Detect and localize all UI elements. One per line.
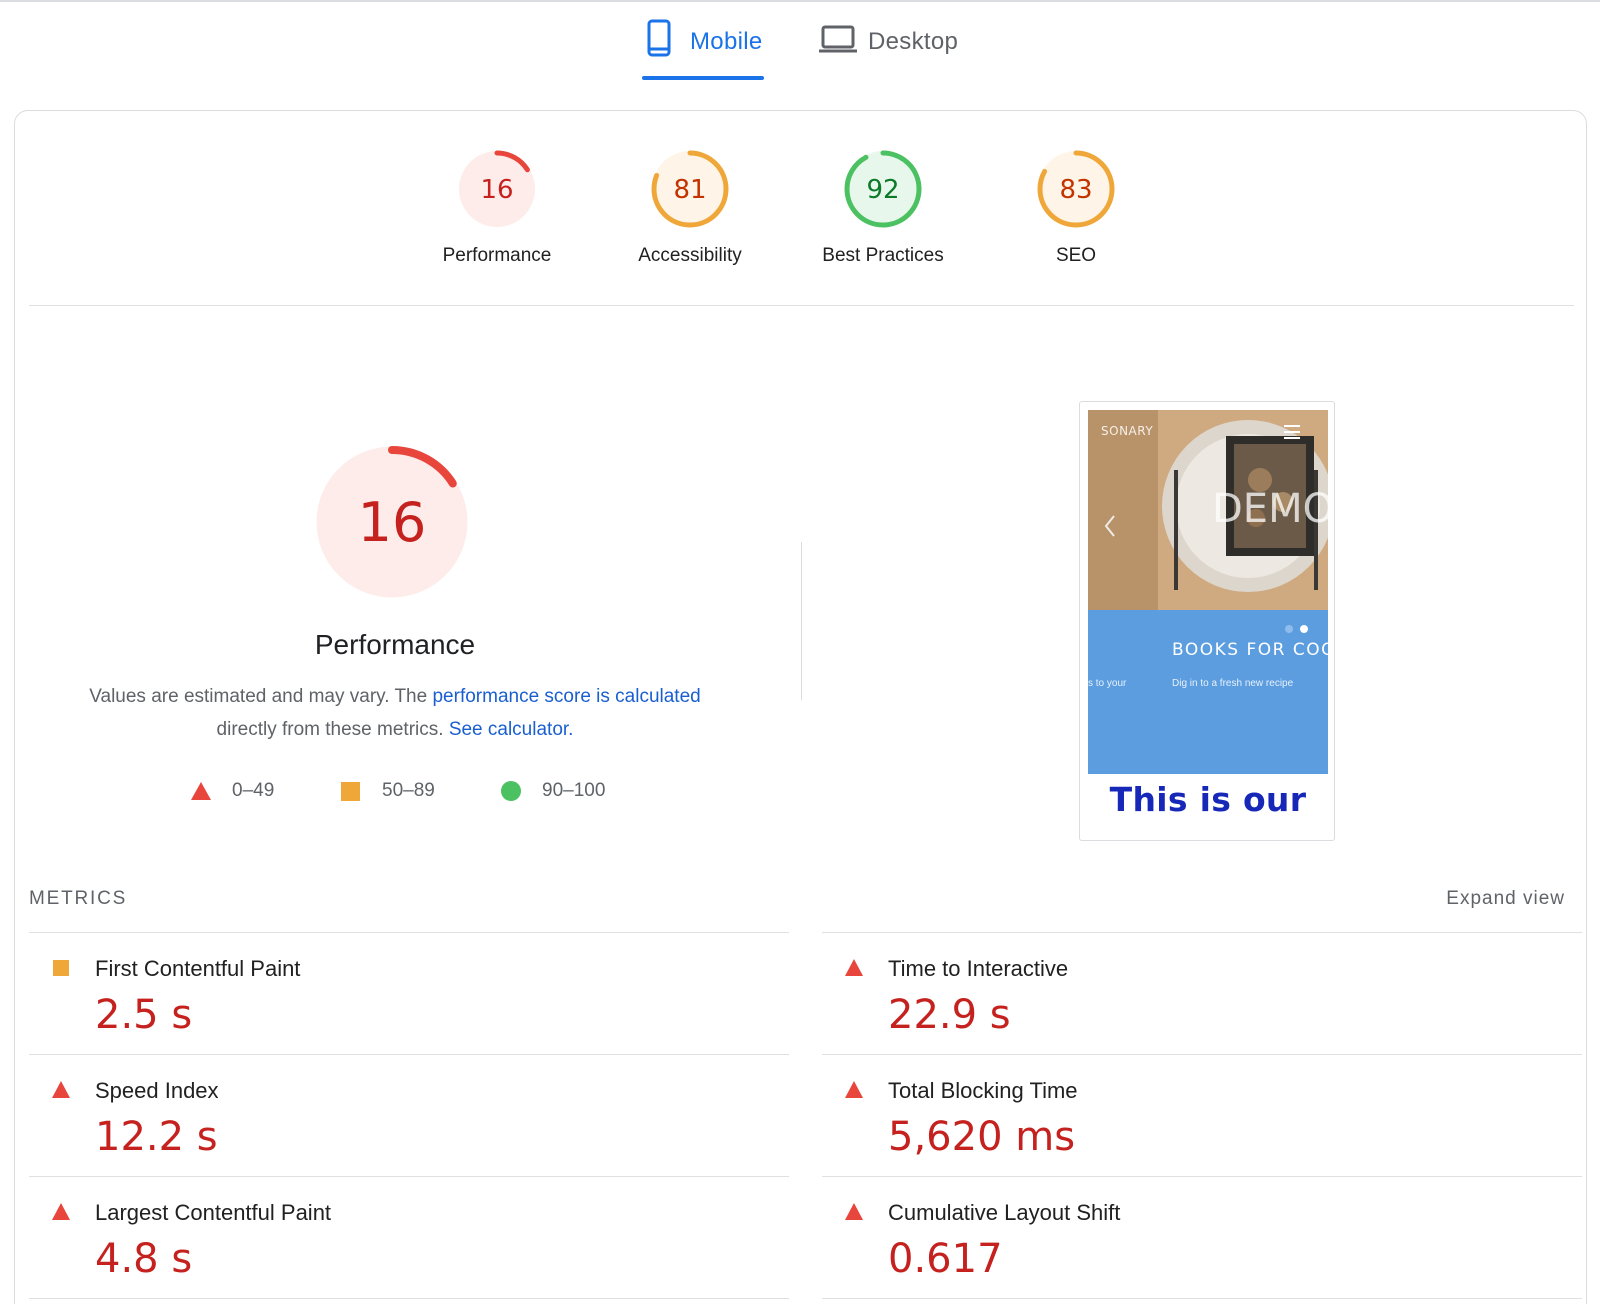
smartphone-icon	[647, 19, 671, 57]
triangle-icon	[52, 1203, 70, 1220]
gauge-label: Best Practices	[822, 245, 944, 266]
final-screenshot[interactable]: DEMO SONARY BOOKS FOR COO s to your Dig …	[1079, 401, 1335, 841]
triangle-icon	[845, 1203, 863, 1220]
gauge-score: 81	[673, 175, 706, 205]
plate-image: DEMO	[1088, 410, 1328, 610]
gauge-score: 92	[866, 175, 899, 205]
legend-fail: 0–49	[190, 776, 274, 806]
device-tabs: Mobile Desktop	[0, 0, 1600, 84]
triangle-icon	[191, 782, 211, 800]
screenshot-hero-photo: DEMO SONARY	[1088, 410, 1328, 610]
gauge-performance[interactable]: 16 Performance	[407, 148, 587, 268]
tab-mobile-label: Mobile	[690, 28, 763, 55]
metric-cumulative-layout-shift: Cumulative Layout Shift 0.617	[822, 1176, 1582, 1296]
gauge-label: Performance	[442, 245, 552, 266]
tab-desktop-label: Desktop	[868, 28, 959, 55]
triangle-icon	[52, 1081, 70, 1098]
gauge-accessibility[interactable]: 81 Accessibility	[600, 148, 780, 268]
metric-largest-contentful-paint: Largest Contentful Paint 4.8 s	[29, 1176, 789, 1296]
metric-time-to-interactive: Time to Interactive 22.9 s	[822, 932, 1582, 1052]
metric-title: Total Blocking Time	[888, 1078, 1078, 1103]
screenshot-headline: BOOKS FOR COO	[1172, 640, 1328, 660]
gauges-divider	[29, 305, 1574, 306]
laptop-icon	[819, 25, 857, 53]
square-icon	[341, 782, 360, 801]
desc-prefix: Values are estimated and may vary. The	[89, 686, 433, 707]
metric-first-contentful-paint: First Contentful Paint 2.5 s	[29, 932, 789, 1052]
gauge-label: Accessibility	[638, 245, 742, 266]
screenshot-viewport: DEMO SONARY BOOKS FOR COO s to your Dig …	[1088, 410, 1328, 774]
gauge-best-practices[interactable]: 92 Best Practices	[793, 148, 973, 268]
circle-icon	[501, 781, 521, 801]
legend-pass: 90–100	[500, 776, 605, 806]
metrics-header: METRICS	[29, 888, 128, 909]
triangle-icon	[845, 959, 863, 976]
metric-divider	[29, 1298, 789, 1299]
metric-divider	[822, 1298, 1582, 1299]
demo-watermark: DEMO	[1212, 486, 1328, 532]
metric-title: Time to Interactive	[888, 956, 1069, 981]
score-calculated-link[interactable]: performance score is calculated	[432, 686, 700, 707]
metric-title: Speed Index	[95, 1078, 219, 1103]
metric-value: 22.9 s	[888, 992, 1011, 1038]
legend-pass-label: 90–100	[542, 780, 606, 801]
tab-mobile[interactable]: Mobile	[640, 18, 768, 80]
gauge-seo[interactable]: 83 SEO	[986, 148, 1166, 268]
metric-speed-index: Speed Index 12.2 s	[29, 1054, 789, 1174]
performance-gauge-score: 16	[358, 491, 427, 554]
desc-middle: directly from these metrics.	[216, 719, 449, 740]
gauge-ring: 16	[458, 150, 536, 228]
gauge-label: SEO	[1055, 245, 1097, 266]
metric-title: Largest Contentful Paint	[95, 1200, 332, 1225]
performance-gauge-large: 16	[316, 446, 468, 598]
legend-fail-label: 0–49	[232, 780, 275, 801]
see-calculator-link[interactable]: See calculator.	[449, 719, 574, 740]
active-tab-indicator	[642, 76, 764, 80]
legend-average-label: 50–89	[382, 780, 435, 801]
metric-value: 2.5 s	[95, 992, 193, 1038]
metric-value: 5,620 ms	[888, 1114, 1076, 1160]
expand-view-button[interactable]: Expand view	[1446, 888, 1565, 910]
performance-title: Performance	[314, 629, 476, 660]
vertical-divider	[801, 542, 802, 700]
metric-value: 4.8 s	[95, 1236, 193, 1282]
square-icon	[53, 960, 69, 976]
gauge-score: 16	[480, 175, 513, 205]
gauge-score: 83	[1059, 175, 1092, 205]
screenshot-hero-banner: BOOKS FOR COO s to your Dig in to a fres…	[1088, 610, 1328, 774]
gauge-ring: 81	[651, 150, 729, 228]
screenshot-subtext-right: Dig in to a fresh new recipe	[1172, 678, 1294, 689]
screenshot-brand: SONARY	[1101, 424, 1154, 438]
metric-title: Cumulative Layout Shift	[888, 1200, 1121, 1225]
gauge-ring: 92	[844, 150, 922, 228]
tab-desktop[interactable]: Desktop	[818, 18, 978, 80]
triangle-icon	[845, 1081, 863, 1098]
screenshot-caption: This is our	[1109, 780, 1307, 819]
metric-value: 0.617	[888, 1236, 1003, 1282]
metric-title: First Contentful Paint	[95, 956, 301, 981]
legend-average: 50–89	[340, 776, 435, 806]
metric-total-blocking-time: Total Blocking Time 5,620 ms	[822, 1054, 1582, 1174]
gauge-ring: 83	[1037, 150, 1115, 228]
performance-description: Values are estimated and may vary. The p…	[70, 680, 720, 746]
carousel-dots-icon	[1285, 625, 1308, 633]
metric-value: 12.2 s	[95, 1114, 218, 1160]
screenshot-subtext-left: s to your	[1088, 678, 1127, 689]
